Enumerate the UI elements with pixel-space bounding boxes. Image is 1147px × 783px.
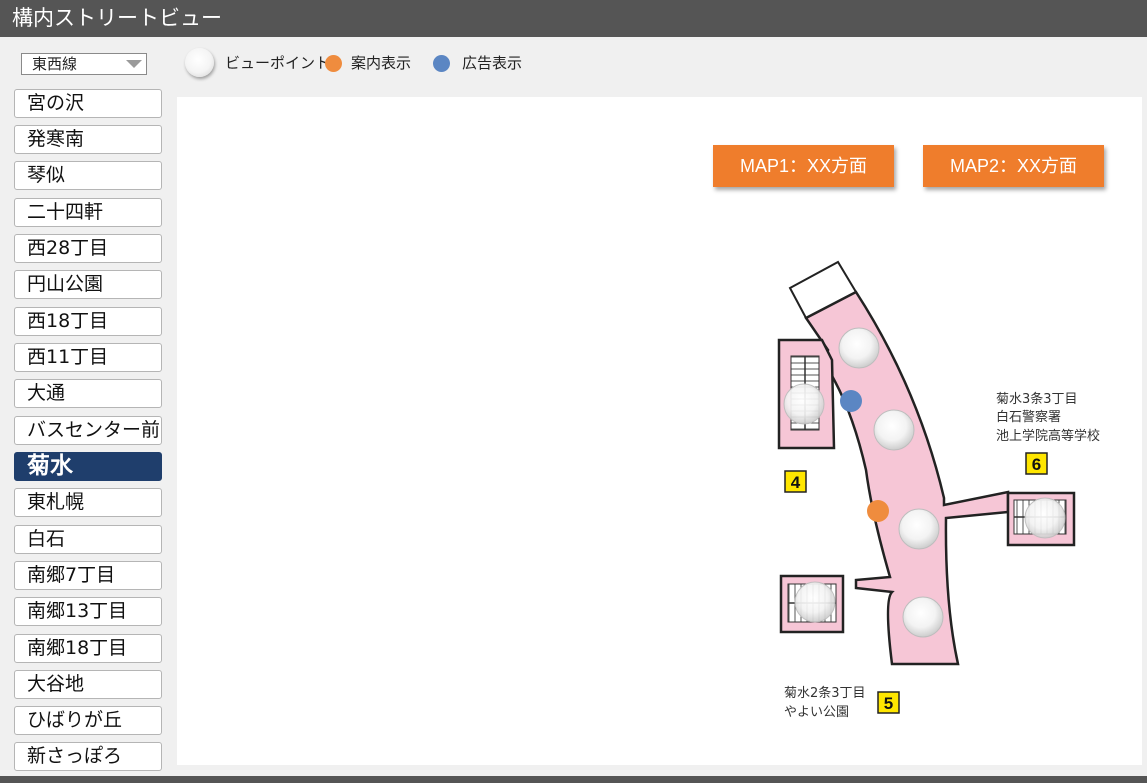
exit6-number: 6 <box>1032 455 1041 474</box>
exit5-label-1: 菊水2条3丁目 <box>784 685 866 701</box>
station-floor-map: 4 6 5 菊水3条3丁目 白石警察署 池上学院高等学校 菊水2条3丁目 やよい… <box>777 260 1100 720</box>
exit5-label-2: やよい公園 <box>784 705 849 720</box>
viewpoint-marker[interactable] <box>902 596 944 638</box>
exit5-number: 5 <box>884 694 893 713</box>
viewpoint-marker[interactable] <box>794 581 836 623</box>
viewpoint-marker[interactable] <box>838 327 880 369</box>
exit6-label-3: 池上学院高等学校 <box>996 428 1100 444</box>
ad-marker[interactable] <box>840 390 862 412</box>
exit6-label-2: 白石警察署 <box>996 409 1061 425</box>
exit6-label-1: 菊水3条3丁目 <box>996 391 1078 407</box>
viewpoint-marker[interactable] <box>898 508 940 550</box>
viewpoint-marker[interactable] <box>873 409 915 451</box>
bottom-strip <box>0 776 1147 783</box>
guide-marker[interactable] <box>867 500 889 522</box>
viewpoint-marker[interactable] <box>783 383 825 425</box>
exit4-number: 4 <box>791 473 801 492</box>
viewpoint-marker[interactable] <box>1024 497 1066 539</box>
